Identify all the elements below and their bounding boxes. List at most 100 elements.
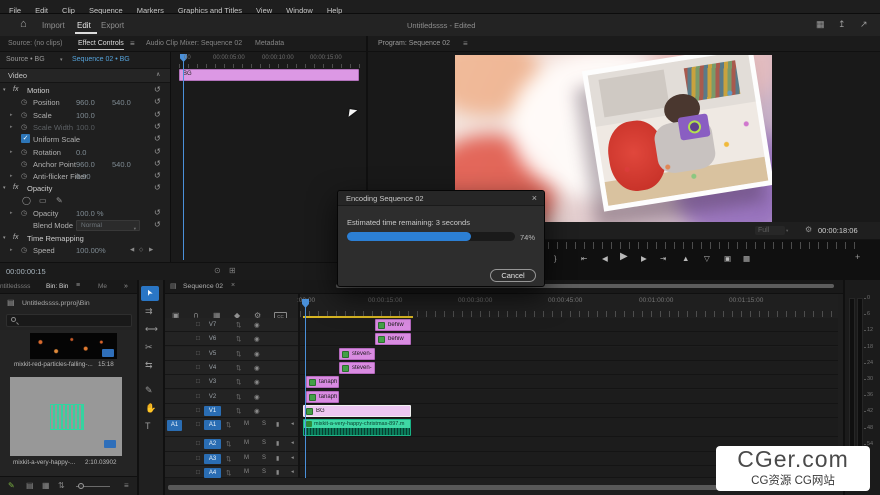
- sync-lock-icon[interactable]: ⇅: [226, 440, 231, 448]
- reset-parameter-icon[interactable]: ↺: [154, 147, 161, 156]
- reset-parameter-icon[interactable]: ↺: [154, 220, 161, 229]
- tab-source[interactable]: Source: (no clips): [8, 40, 62, 47]
- ec-timecode[interactable]: 00:00:00:15: [6, 267, 46, 276]
- ec-value[interactable]: 960.0: [76, 160, 95, 169]
- reset-parameter-icon[interactable]: ↺: [154, 122, 161, 131]
- quick-export-icon[interactable]: ↥: [838, 19, 846, 30]
- add-button-icon[interactable]: +: [855, 252, 860, 262]
- track-output-eye-icon[interactable]: ◉: [254, 321, 260, 329]
- mute-button[interactable]: M: [244, 455, 249, 461]
- collapse-track-icon[interactable]: ◂: [291, 421, 294, 427]
- ec-value[interactable]: 100.0: [76, 111, 95, 120]
- track-lock-icon[interactable]: □: [196, 378, 200, 385]
- solo-button[interactable]: S: [262, 469, 266, 475]
- add-keyframe-icon[interactable]: ◇: [139, 247, 143, 253]
- track-output-eye-icon[interactable]: ◉: [254, 350, 260, 358]
- ec-clip-bar[interactable]: BG: [179, 69, 359, 81]
- uniform-scale-checkbox[interactable]: ✓: [21, 134, 30, 143]
- track-lane-v4[interactable]: [300, 361, 838, 375]
- track-name-badge[interactable]: A4: [204, 468, 221, 478]
- track-lock-icon[interactable]: □: [196, 350, 200, 357]
- timeline-video-clip[interactable]: steven-: [339, 362, 375, 374]
- edit-readout-icon[interactable]: ✎: [8, 481, 15, 490]
- fx-badge[interactable]: fx: [13, 234, 18, 241]
- track-name-badge[interactable]: V1: [204, 406, 221, 416]
- sync-lock-icon[interactable]: ⇅: [236, 350, 241, 358]
- track-lane-v5[interactable]: [300, 347, 838, 361]
- tab-media-browser-clipped[interactable]: Me: [98, 283, 107, 290]
- twirl-open-icon[interactable]: ▾: [3, 235, 6, 241]
- track-name-badge[interactable]: V4: [204, 363, 221, 373]
- track-output-eye-icon[interactable]: ◉: [254, 335, 260, 343]
- ec-clip-selector[interactable]: Sequence 02 • BG: [72, 56, 130, 63]
- mark-out-icon[interactable]: }: [554, 254, 557, 263]
- reset-parameter-icon[interactable]: ↺: [154, 110, 161, 119]
- stopwatch-icon[interactable]: ◷: [21, 123, 27, 131]
- mic-record-icon[interactable]: ▮: [276, 440, 279, 447]
- search-input[interactable]: [6, 314, 132, 327]
- ec-value[interactable]: 540.0: [112, 160, 131, 169]
- header-tab-export[interactable]: Export: [101, 21, 124, 30]
- ec-value[interactable]: 100.0 %: [76, 209, 104, 218]
- ec-video-section-row[interactable]: Video ∧: [0, 69, 170, 83]
- sync-lock-icon[interactable]: ⇅: [226, 455, 231, 463]
- go-to-out-icon[interactable]: ⇥: [660, 254, 666, 263]
- track-name-badge[interactable]: V3: [204, 377, 221, 387]
- stopwatch-icon[interactable]: ◷: [21, 246, 27, 254]
- track-lock-icon[interactable]: □: [196, 421, 200, 428]
- extract-icon[interactable]: ▽: [704, 254, 710, 263]
- panel-menu-icon[interactable]: ≡: [76, 282, 80, 289]
- header-tab-edit[interactable]: Edit: [77, 21, 91, 30]
- project-item-name[interactable]: mixkit-a-very-happy-...: [13, 459, 83, 466]
- track-output-eye-icon[interactable]: ◉: [254, 393, 260, 401]
- fx-badge[interactable]: fx: [13, 184, 18, 191]
- stopwatch-icon[interactable]: ◷: [21, 148, 27, 156]
- collapse-track-icon[interactable]: ◂: [291, 440, 294, 446]
- blend-mode-select[interactable]: Normal▾: [76, 220, 140, 231]
- solo-button[interactable]: S: [262, 421, 266, 427]
- collapse-track-icon[interactable]: ◂: [291, 455, 294, 461]
- icon-view-icon[interactable]: ▦: [42, 481, 50, 490]
- slip-tool-icon[interactable]: ⇆: [145, 360, 153, 371]
- sync-lock-icon[interactable]: ⇅: [236, 364, 241, 372]
- ellipse-mask-icon[interactable]: ◯: [22, 196, 31, 205]
- tab-effect-controls[interactable]: Effect Controls: [78, 40, 124, 47]
- ec-master-label[interactable]: Source • BG: [6, 56, 45, 63]
- panel-menu-icon[interactable]: ≡: [130, 39, 135, 48]
- program-mini-ruler[interactable]: [548, 242, 862, 249]
- stopwatch-icon[interactable]: ◷: [21, 160, 27, 168]
- mute-button[interactable]: M: [244, 469, 249, 475]
- timeline-video-clip[interactable]: behiw: [375, 319, 411, 331]
- track-output-eye-icon[interactable]: ◉: [254, 378, 260, 386]
- zoom-slider-knob[interactable]: [78, 483, 84, 489]
- twirl-closed-icon[interactable]: ▸: [10, 247, 13, 253]
- project-item-thumb-video[interactable]: [30, 333, 117, 359]
- twirl-open-icon[interactable]: ▾: [3, 185, 6, 191]
- selection-tool[interactable]: ➤: [141, 286, 159, 301]
- header-tab-import[interactable]: Import: [42, 21, 65, 30]
- home-icon[interactable]: ⌂: [20, 18, 27, 30]
- twirl-open-icon[interactable]: ▾: [3, 87, 6, 93]
- export-frame-icon[interactable]: ▣: [724, 254, 731, 263]
- twirl-closed-icon[interactable]: ▸: [10, 173, 13, 179]
- go-to-in-icon[interactable]: ⇤: [581, 254, 587, 263]
- mute-button[interactable]: M: [244, 440, 249, 446]
- twirl-closed-icon[interactable]: ▸: [10, 149, 13, 155]
- stopwatch-icon[interactable]: ◷: [21, 98, 27, 106]
- reset-parameter-icon[interactable]: ↺: [154, 171, 161, 180]
- tab-project-clipped[interactable]: ntitledssss: [0, 283, 38, 290]
- reset-parameter-icon[interactable]: ↺: [154, 97, 161, 106]
- project-item-name[interactable]: mixkit-red-particles-falling-...: [14, 361, 96, 368]
- dialog-titlebar[interactable]: Encoding Sequence 02 ×: [338, 191, 544, 206]
- track-name-badge[interactable]: V7: [204, 320, 221, 330]
- track-output-eye-icon[interactable]: ◉: [254, 364, 260, 372]
- track-name-badge[interactable]: V5: [204, 349, 221, 359]
- track-output-eye-icon[interactable]: ◉: [254, 407, 260, 415]
- sync-lock-icon[interactable]: ⇅: [236, 335, 241, 343]
- sort-icon[interactable]: ⇅: [58, 481, 65, 490]
- track-lane-v3[interactable]: [300, 375, 838, 389]
- track-name-badge[interactable]: V2: [204, 392, 221, 402]
- sync-lock-icon[interactable]: ⇅: [236, 407, 241, 415]
- next-keyframe-icon[interactable]: ▶: [149, 247, 153, 253]
- source-patch-badge[interactable]: A1: [167, 420, 182, 431]
